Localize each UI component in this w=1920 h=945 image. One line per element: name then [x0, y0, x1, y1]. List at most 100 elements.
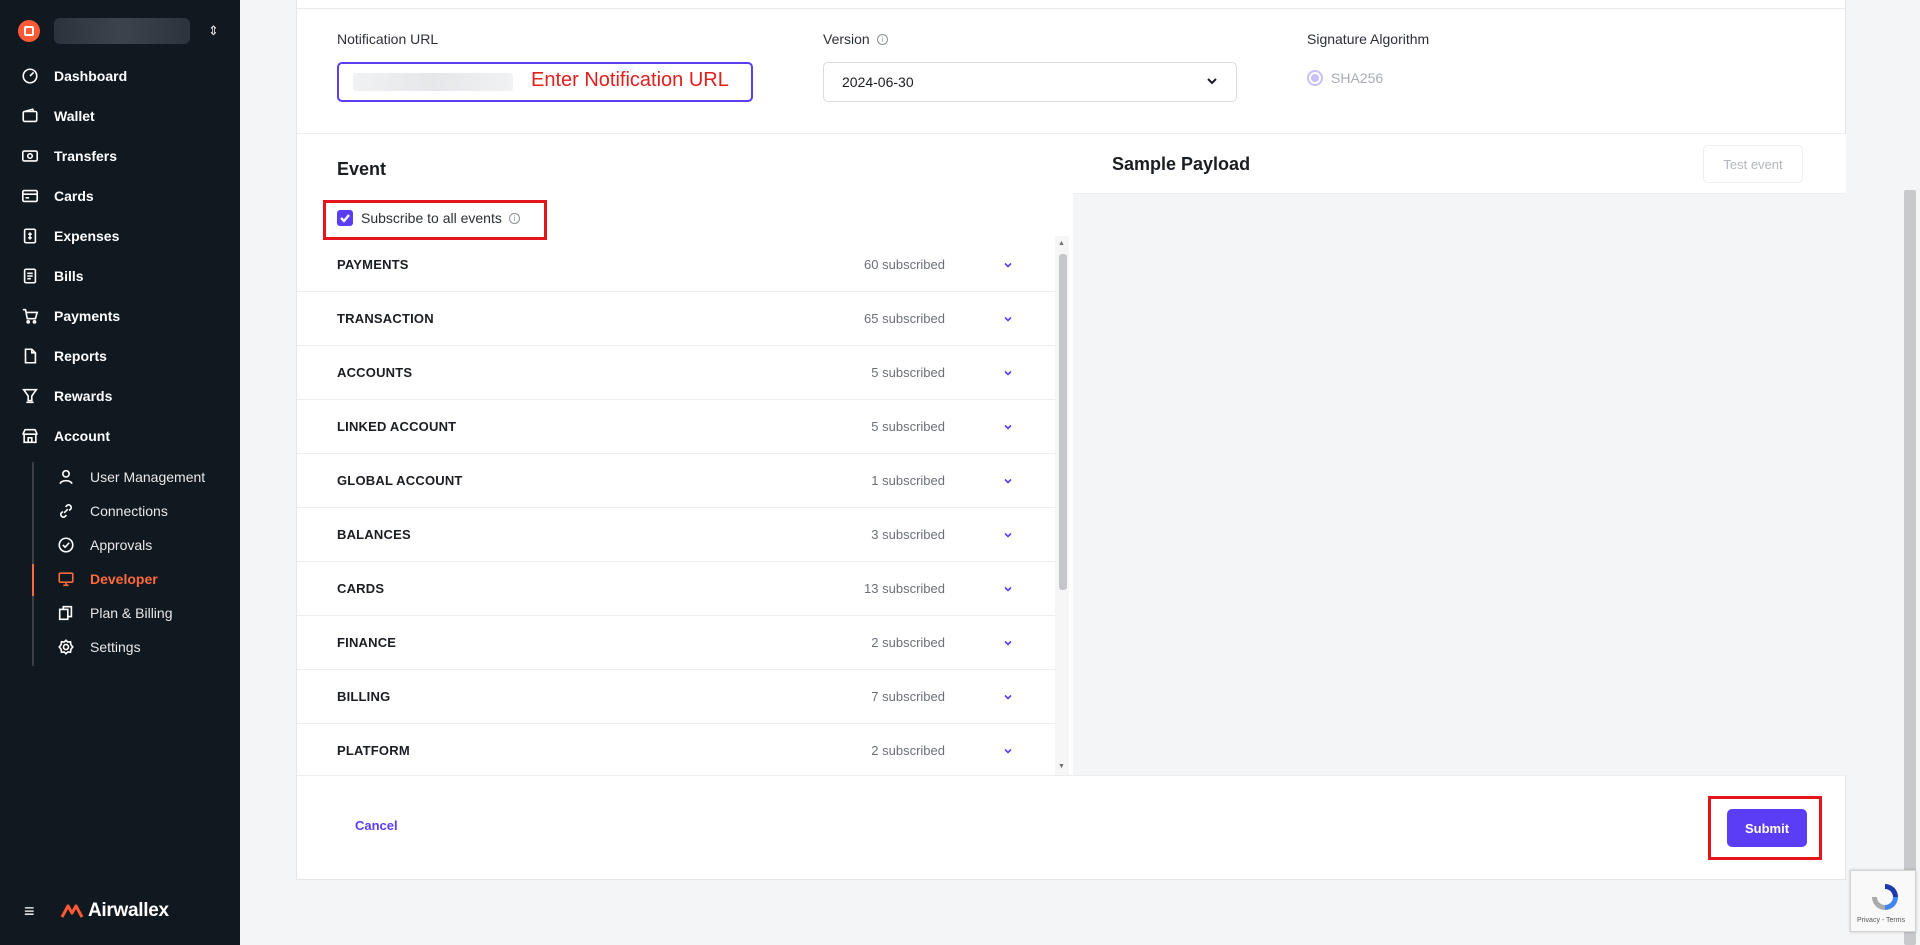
chevron-down-icon[interactable] [1003, 584, 1013, 594]
chevron-down-icon[interactable] [1003, 476, 1013, 486]
event-list: PAYMENTS 60 subscribed TRANSACTION 65 su… [297, 238, 1055, 775]
recaptcha-badge[interactable]: Privacy - Terms [1850, 870, 1916, 932]
sidebar-item-dashboard[interactable]: Dashboard [20, 58, 230, 94]
event-row-finance[interactable]: FINANCE 2 subscribed [297, 616, 1055, 670]
chevron-down-icon[interactable] [1003, 368, 1013, 378]
annotation-highlight-box [323, 200, 547, 240]
radio-label: SHA256 [1331, 70, 1384, 86]
recaptcha-links[interactable]: Privacy - Terms [1857, 917, 1905, 924]
event-row-balances[interactable]: BALANCES 3 subscribed [297, 508, 1055, 562]
sidebar-item-rewards[interactable]: Rewards [20, 378, 230, 414]
reports-icon [20, 346, 40, 366]
event-name: CARDS [337, 581, 385, 596]
event-count: 65 subscribed [864, 311, 945, 326]
chevron-down-icon[interactable] [1003, 638, 1013, 648]
org-name-redacted [54, 18, 190, 44]
event-list-scroll-thumb[interactable] [1059, 254, 1067, 590]
annotation-highlight-box [1708, 796, 1822, 860]
subnav-active-indicator [32, 564, 34, 596]
version-label-row: Version i [823, 31, 888, 47]
brand-name: Airwallex [88, 900, 169, 921]
sidebar-item-label: Payments [54, 308, 121, 324]
info-icon[interactable]: i [876, 33, 888, 45]
transfers-icon [20, 146, 40, 166]
event-row-payments[interactable]: PAYMENTS 60 subscribed [297, 238, 1055, 292]
sidebar-item-settings[interactable]: Settings [56, 631, 236, 663]
sidebar-item-reports[interactable]: Reports [20, 338, 230, 374]
wallet-icon [20, 106, 40, 126]
event-name: BALANCES [337, 527, 411, 542]
event-name: LINKED ACCOUNT [337, 419, 457, 434]
sidebar-item-label: Wallet [54, 108, 95, 124]
trophy-icon [20, 386, 40, 406]
event-row-billing[interactable]: BILLING 7 subscribed [297, 670, 1055, 724]
sidebar-item-payments[interactable]: Payments [20, 298, 230, 334]
sidebar-item-wallet[interactable]: Wallet [20, 98, 230, 134]
event-row-cards[interactable]: CARDS 13 subscribed [297, 562, 1055, 616]
sidebar-item-label: Expenses [54, 228, 120, 244]
radio-button[interactable] [1307, 70, 1323, 86]
chevron-down-icon[interactable] [1003, 314, 1013, 324]
sidebar-item-transfers[interactable]: Transfers [20, 138, 230, 174]
top-divider [297, 8, 1845, 9]
sidebar-item-bills[interactable]: Bills [20, 258, 230, 294]
sidebar-item-approvals[interactable]: Approvals [56, 529, 236, 561]
chevron-down-icon[interactable] [1003, 692, 1013, 702]
annotation-url-hint: Enter Notification URL [531, 69, 729, 91]
sidebar-item-label: User Management [90, 469, 206, 485]
event-row-accounts[interactable]: ACCOUNTS 5 subscribed [297, 346, 1055, 400]
chevron-updown-icon: ⇕ [208, 23, 219, 38]
event-row-global-account[interactable]: GLOBAL ACCOUNT 1 subscribed [297, 454, 1055, 508]
event-name: FINANCE [337, 635, 397, 650]
chevron-down-icon[interactable] [1003, 746, 1013, 756]
brand-footer: ≡ Airwallex [24, 900, 169, 922]
dashboard-icon [20, 66, 40, 86]
recaptcha-icon [1872, 884, 1898, 910]
event-row-platform[interactable]: PLATFORM 2 subscribed [297, 724, 1055, 775]
menu-icon[interactable]: ≡ [24, 901, 44, 922]
event-name: PLATFORM [337, 743, 410, 758]
sidebar-item-plan-billing[interactable]: Plan & Billing [56, 597, 236, 629]
signature-algorithm-label: Signature Algorithm [1307, 31, 1430, 47]
chevron-down-icon[interactable] [1003, 422, 1013, 432]
expenses-icon [20, 226, 40, 246]
sidebar-item-expenses[interactable]: Expenses [20, 218, 230, 254]
sidebar-item-connections[interactable]: Connections [56, 495, 236, 527]
chevron-down-icon[interactable] [1003, 530, 1013, 540]
footer-divider [297, 775, 1845, 776]
payload-header: Sample Payload Test event [1073, 134, 1846, 194]
event-row-transaction[interactable]: TRANSACTION 65 subscribed [297, 292, 1055, 346]
scroll-up-icon[interactable]: ▲ [1058, 240, 1065, 247]
sidebar-item-cards[interactable]: Cards [20, 178, 230, 214]
link-icon [56, 501, 76, 521]
version-select[interactable]: 2024-06-30 [823, 62, 1237, 102]
chevron-down-icon[interactable] [1003, 260, 1013, 270]
sidebar-item-label: Dashboard [54, 68, 128, 84]
event-count: 60 subscribed [864, 257, 945, 272]
user-icon [56, 467, 76, 487]
org-switcher[interactable]: ⇕ [18, 14, 222, 48]
sidebar-item-label: Cards [54, 188, 94, 204]
sidebar-item-label: Bills [54, 268, 84, 284]
card-icon [20, 186, 40, 206]
page-scrollbar-thumb[interactable] [1904, 190, 1916, 945]
event-count: 5 subscribed [871, 419, 945, 434]
check-circle-icon [56, 535, 76, 555]
scroll-down-icon[interactable]: ▼ [1058, 763, 1065, 770]
event-section-title: Event [337, 159, 387, 179]
event-row-linked-account[interactable]: LINKED ACCOUNT 5 subscribed [297, 400, 1055, 454]
cancel-button[interactable]: Cancel [355, 818, 398, 833]
event-name: BILLING [337, 689, 391, 704]
event-name: ACCOUNTS [337, 365, 413, 380]
sidebar-item-label: Account [54, 428, 110, 444]
sidebar-item-developer[interactable]: Developer [56, 563, 236, 595]
sidebar-item-account[interactable]: Account [20, 418, 230, 454]
signature-radio-sha256[interactable]: SHA256 [1307, 70, 1383, 86]
monitor-icon [56, 569, 76, 589]
sidebar-item-label: Connections [90, 503, 168, 519]
test-event-button[interactable]: Test event [1703, 145, 1803, 183]
sidebar-item-label: Rewards [54, 388, 113, 404]
event-count: 3 subscribed [871, 527, 945, 542]
sidebar-item-user-management[interactable]: User Management [56, 461, 236, 493]
event-name: TRANSACTION [337, 311, 434, 326]
